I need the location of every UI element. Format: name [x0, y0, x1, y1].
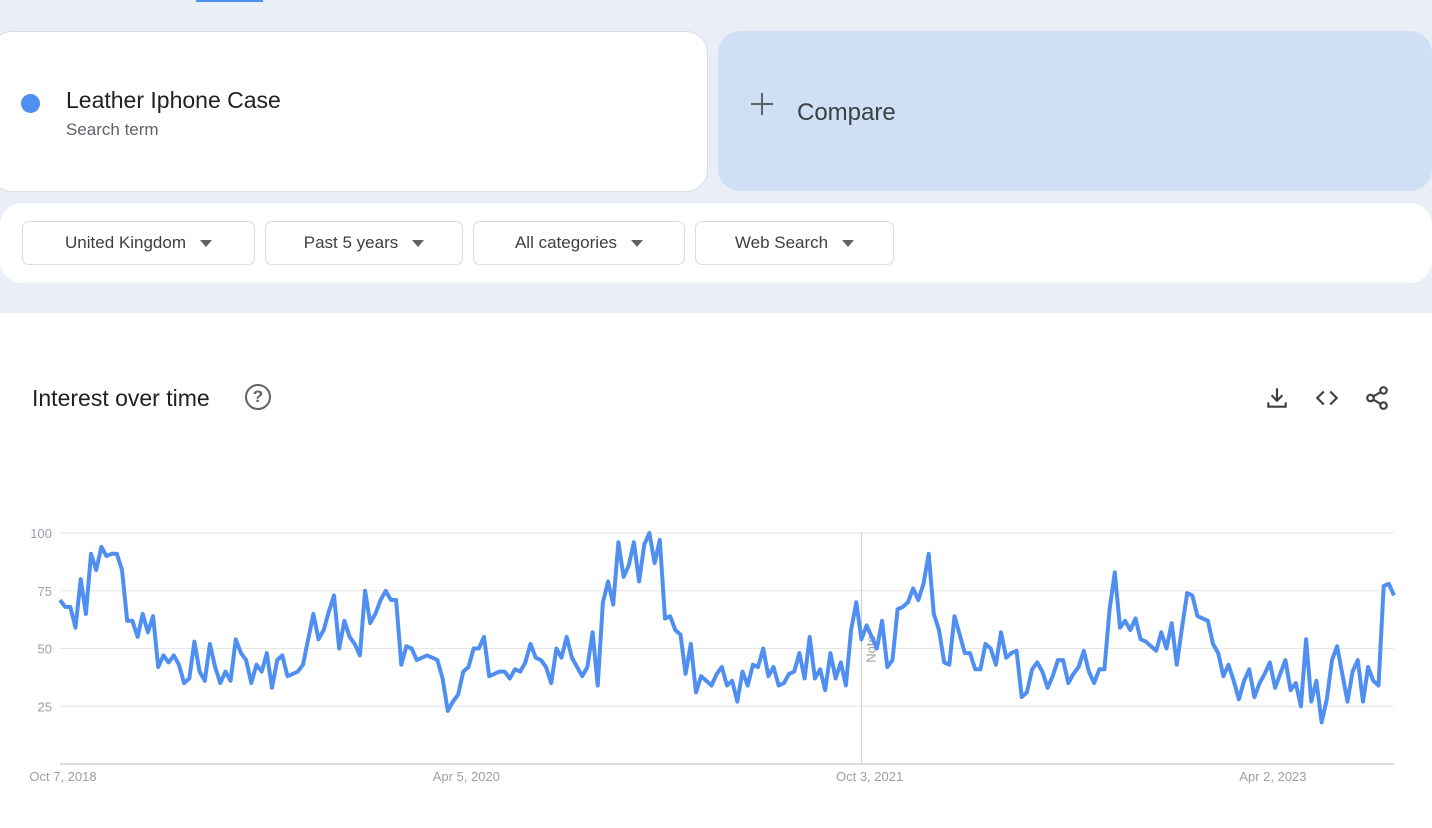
dropdown-arrow-icon [412, 239, 425, 247]
time-range-filter-label: Past 5 years [303, 233, 399, 252]
x-tick-label: Apr 5, 2020 [433, 769, 500, 784]
series-color-dot [21, 94, 40, 113]
y-tick-label: 50 [38, 642, 52, 657]
dropdown-arrow-icon [199, 239, 212, 247]
search-term-type: Search term [66, 120, 159, 139]
x-tick-label: Oct 3, 2021 [836, 769, 903, 784]
compare-button[interactable]: Compare [718, 31, 1432, 191]
region-filter-label: United Kingdom [65, 233, 186, 252]
plus-icon [751, 93, 773, 115]
y-tick-label: 25 [38, 699, 52, 714]
search-term-card[interactable]: Leather Iphone Case Search term [0, 31, 708, 192]
interest-over-time-card: Interest over time ? 25 50 75 100 Oct 7, 201… [0, 343, 1432, 828]
compare-label: Compare [797, 99, 896, 126]
search-type-filter[interactable]: Web Search [695, 221, 894, 265]
dropdown-arrow-icon [631, 239, 644, 247]
dropdown-arrow-icon [842, 239, 855, 247]
x-tick-label: Apr 2, 2023 [1239, 769, 1306, 784]
series-line [58, 531, 1396, 725]
x-tick-label: Oct 7, 2018 [29, 769, 96, 784]
y-tick-label: 100 [30, 526, 52, 541]
category-filter[interactable]: All categories [473, 221, 685, 265]
y-tick-label: 75 [38, 584, 52, 599]
region-filter[interactable]: United Kingdom [22, 221, 255, 265]
interest-line-chart: 25 50 75 100 Oct 7, 2018 Apr 5, 2020 Oct 3, 20… [29, 526, 1396, 784]
time-range-filter[interactable]: Past 5 years [265, 221, 463, 265]
search-term-name: Leather Iphone Case [66, 87, 281, 113]
category-filter-label: All categories [514, 233, 618, 252]
filter-bar: United Kingdom Past 5 years All categori… [0, 203, 1432, 283]
active-tab-indicator [196, 0, 263, 2]
search-type-filter-label: Web Search [734, 233, 829, 252]
